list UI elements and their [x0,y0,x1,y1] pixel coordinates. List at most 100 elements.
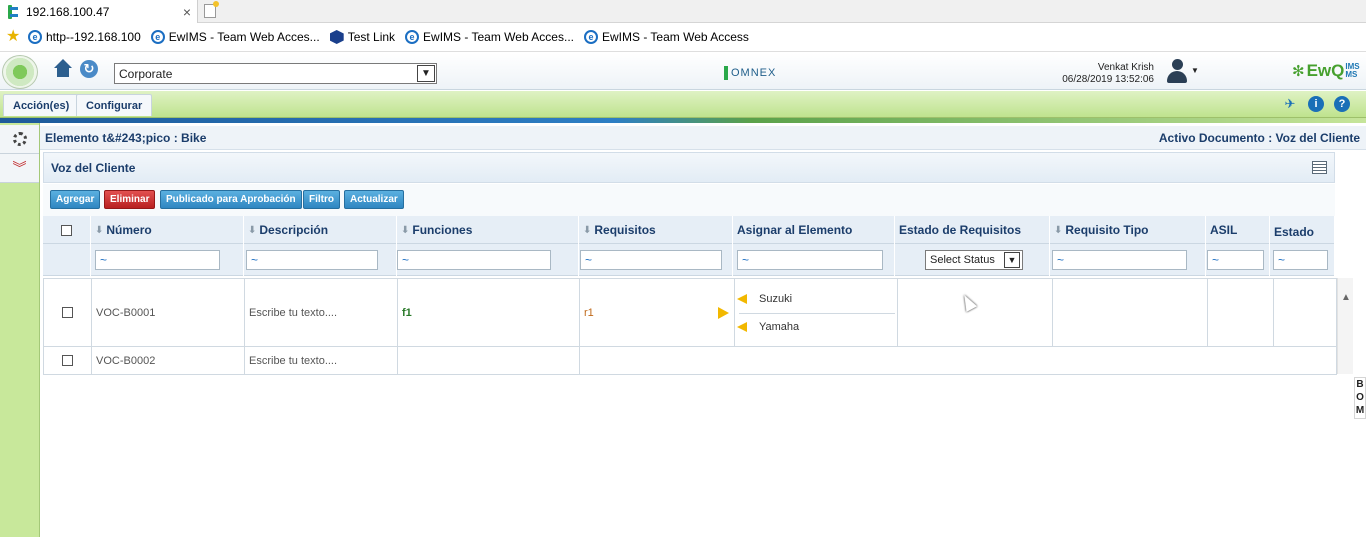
filter-cell-empty [43,244,91,276]
column-header-descripcion[interactable]: ⬇ Descripción [244,216,397,244]
double-chevron-down-icon: ︾ [12,160,27,176]
chevron-down-icon[interactable]: ▼ [417,65,435,82]
favorites-star-icon[interactable]: ★ [6,28,24,46]
sort-icon: ⬇ [583,224,592,236]
row-checkbox[interactable] [62,355,73,366]
cell-funciones[interactable] [398,347,580,374]
topic-element: Elemento t&#243;pico : Bike [45,131,207,145]
assigned-item-label: Suzuki [759,293,793,305]
column-header-funciones[interactable]: ⬇ Funciones [397,216,579,244]
column-header-estado-requisitos[interactable]: Estado de Requisitos [895,216,1050,244]
status-select[interactable]: Select Status ▼ [925,250,1023,270]
app-header: ↻ Corporate ▼ OMNEX Venkat Krish 06/28/2… [0,53,1366,90]
app-menu-wheel-icon[interactable] [2,55,38,89]
new-tab-icon [204,1,219,18]
scroll-up-icon[interactable]: ▲ [1341,292,1351,303]
new-tab-button[interactable] [200,1,220,21]
status-select-value: Select Status [930,254,995,266]
settings-button[interactable] [0,125,39,154]
filter-numero-input[interactable]: ~ [95,250,220,270]
omnex-logo-text: OMNEX [731,67,777,79]
info-icon[interactable]: i [1308,96,1324,112]
publish-button[interactable]: Publicado para Aprobación [160,190,302,209]
user-avatar-icon[interactable] [1166,58,1188,84]
panel-header: Voz del Cliente [43,152,1335,183]
column-header-asignar[interactable]: Asignar al Elemento [733,216,895,244]
expand-button[interactable]: ︾ [0,154,39,183]
cell-requisitos[interactable] [580,347,1336,374]
assigned-item[interactable]: Suzuki [735,285,895,313]
column-header-requisito-tipo[interactable]: ⬇ Requisito Tipo [1050,216,1206,244]
expand-right-icon[interactable] [718,307,729,319]
column-label: Estado de Requisitos [899,223,1022,237]
pin-icon[interactable]: ✈ [1282,96,1298,112]
sort-icon: ⬇ [248,224,257,236]
cell-asil[interactable] [1208,279,1274,346]
table-header: ⬇ Número ⬇ Descripción ⬇ Funciones ⬇ Requisi… [43,216,1335,244]
cell-descripcion[interactable]: Escribe tu texto.... [245,347,398,374]
refresh-button[interactable]: Actualizar [344,190,404,209]
testlink-icon [329,30,344,44]
cell-funciones[interactable]: f1 [398,279,580,346]
cell-requisitos[interactable]: r1 [580,279,735,346]
assigned-item[interactable]: Yamaha [735,313,895,341]
filter-cell: ~ [1206,244,1270,276]
row-checkbox[interactable] [62,307,73,318]
filter-cell: ~ [91,244,244,276]
filter-button[interactable]: Filtro [303,190,340,209]
cell-estado-requisitos[interactable] [898,279,1053,346]
cell-requisito-tipo[interactable] [1053,279,1208,346]
cell-numero[interactable]: VOC-B0002 [92,347,245,374]
unassign-left-icon[interactable] [737,322,747,332]
assigned-item-label: Yamaha [759,321,800,333]
favorite-link-4[interactable]: e EwIMS - Team Web Acces... [405,30,574,44]
site-select[interactable]: Corporate ▼ [114,63,437,84]
table-scrollbar[interactable]: ▲ [1337,278,1353,374]
favorite-link-1[interactable]: e http--192.168.100 [28,30,141,44]
filter-cell: ~ [244,244,397,276]
cell-estado[interactable] [1274,279,1336,346]
add-button[interactable]: Agregar [50,190,101,209]
help-icon[interactable]: ? [1334,96,1350,112]
table-row[interactable]: VOC-B0001 Escribe tu texto.... f1 r1 Suz… [44,279,1336,347]
favorite-link-2[interactable]: e EwIMS - Team Web Acces... [150,30,320,44]
column-header-numero[interactable]: ⬇ Número [91,216,244,244]
favorite-link-5[interactable]: e EwIMS - Team Web Access [583,30,749,44]
brand-sup-bottom: MS [1345,70,1358,79]
menu-actions[interactable]: Acción(es) [3,94,80,116]
user-menu-caret-icon[interactable]: ▼ [1191,66,1199,75]
filter-descripcion-input[interactable]: ~ [246,250,378,270]
column-header-asil[interactable]: ASIL [1206,216,1270,244]
select-all-checkbox[interactable] [61,224,72,236]
filter-cell: ~ [733,244,895,276]
filter-requisitos-input[interactable]: ~ [580,250,722,270]
refresh-icon[interactable]: ↻ [80,60,98,78]
filter-requisito-tipo-input[interactable]: ~ [1052,250,1187,270]
home-icon[interactable] [52,59,74,81]
filter-estado-input[interactable]: ~ [1273,250,1328,270]
bom-side-tab[interactable]: B O M [1354,377,1366,419]
grid-view-icon[interactable] [1312,161,1327,174]
filter-cell: ~ [1050,244,1206,276]
filter-cell: Select Status ▼ [895,244,1050,276]
cell-numero[interactable]: VOC-B0001 [92,279,245,346]
filter-cell: ~ [1270,244,1335,276]
menu-bar: Acción(es) Configurar ✈ i ? [0,91,1366,118]
table-row[interactable]: VOC-B0002 Escribe tu texto.... [44,347,1336,374]
chevron-down-icon[interactable]: ▼ [1004,252,1020,268]
tab-close-icon[interactable]: × [183,4,191,20]
menu-configure[interactable]: Configurar [76,94,153,116]
favorite-link-3[interactable]: Test Link [329,30,395,44]
browser-tab[interactable]: 192.168.100.47 × [0,0,198,23]
cell-descripcion[interactable]: Escribe tu texto.... [245,279,398,346]
breadcrumb: Elemento t&#243;pico : Bike Activo Docum… [40,126,1366,150]
delete-button[interactable]: Eliminar [104,190,156,209]
column-header-requisitos[interactable]: ⬇ Requisitos [579,216,733,244]
favorites-bar: ★ e http--192.168.100 e EwIMS - Team Web… [0,23,1366,52]
column-header-estado[interactable]: Estado [1270,216,1335,244]
brand-superscript: IMS MS [1345,63,1359,79]
filter-funciones-input[interactable]: ~ [397,250,551,270]
filter-asil-input[interactable]: ~ [1207,250,1264,270]
filter-asignar-input[interactable]: ~ [737,250,883,270]
unassign-left-icon[interactable] [737,294,747,304]
